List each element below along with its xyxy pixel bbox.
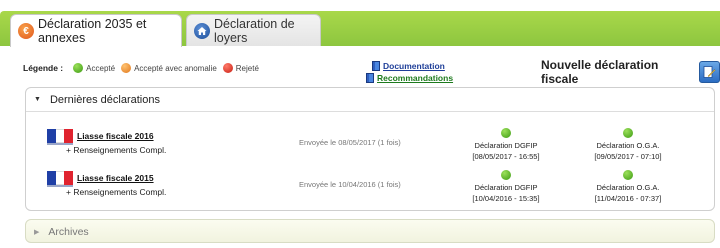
declaration-row: Liasse fiscale 2016 + Renseignements Com…	[26, 128, 716, 168]
panel-title: Dernières déclarations	[49, 93, 160, 106]
caret-down-icon: ▼	[34, 96, 41, 103]
renseignements-text: + Renseignements Compl.	[66, 145, 167, 155]
legend-item-rejected: Rejeté	[219, 63, 259, 73]
last-declarations-panel: ▼ Dernières déclarations Liasse fiscale …	[25, 87, 715, 211]
oga-status: Déclaration O.G.A. [11/04/2016 - 07:37]	[573, 170, 683, 204]
house-icon	[194, 22, 210, 39]
archives-header[interactable]: ▶ Archives	[26, 220, 714, 244]
liasse-link[interactable]: Liasse fiscale 2016	[77, 131, 154, 141]
new-declaration-button[interactable]: Nouvelle déclaration fiscale	[541, 58, 720, 86]
dgfip-status: Déclaration DGFIP [08/05/2017 - 16:55]	[451, 128, 561, 162]
orange-status-icon	[121, 63, 132, 73]
accepted-status-icon	[623, 170, 633, 180]
dgfip-status: Déclaration DGFIP [10/04/2016 - 15:35]	[451, 170, 561, 204]
archives-panel: ▶ Archives	[25, 219, 715, 243]
oga-label: Déclaration O.G.A.	[596, 183, 660, 192]
book-icon	[372, 61, 380, 71]
french-flag-icon	[47, 171, 74, 185]
sent-date: Envoyée le 10/04/2016 (1 fois)	[299, 180, 401, 189]
new-document-icon	[698, 61, 720, 83]
oga-date: [11/04/2016 - 07:37]	[594, 194, 662, 203]
dgfip-label: Déclaration DGFIP	[474, 183, 538, 192]
legend-item-accepted: Accepté	[69, 63, 115, 73]
recommandations-link[interactable]: Recommandations	[366, 72, 453, 84]
sent-date: Envoyée le 08/05/2017 (1 fois)	[299, 138, 401, 147]
legend-item-anomaly: Accepté avec anomalie	[117, 63, 217, 73]
accepted-status-icon	[623, 128, 633, 138]
euro-icon: €	[18, 23, 34, 39]
declaration-row: Liasse fiscale 2015 + Renseignements Com…	[26, 170, 716, 210]
tab-label: Déclaration 2035 et annexes	[38, 17, 147, 45]
documentation-link[interactable]: Documentation	[372, 60, 453, 72]
panel-title: Archives	[48, 226, 89, 238]
caret-right-icon: ▶	[34, 229, 40, 236]
tab-declaration-2035[interactable]: € Déclaration 2035 et annexes	[10, 14, 182, 47]
dgfip-date: [08/05/2017 - 16:55]	[472, 152, 540, 161]
legend-label: Accepté avec anomalie	[134, 63, 217, 73]
tab-label: Déclaration de loyers	[214, 16, 295, 45]
tab-declaration-loyers[interactable]: Déclaration de loyers	[186, 14, 321, 46]
green-status-icon	[73, 63, 84, 73]
new-declaration-label: Nouvelle déclaration fiscale	[541, 58, 659, 86]
accepted-status-icon	[501, 128, 511, 138]
french-flag-icon	[47, 129, 74, 143]
legend-label: Accepté	[86, 63, 116, 73]
liasse-link[interactable]: Liasse fiscale 2015	[77, 173, 154, 183]
oga-status: Déclaration O.G.A. [09/05/2017 - 07:10]	[573, 128, 683, 162]
dgfip-date: [10/04/2016 - 15:35]	[472, 194, 540, 203]
renseignements-text: + Renseignements Compl.	[66, 187, 167, 197]
accepted-status-icon	[501, 170, 511, 180]
tab-bar: € Déclaration 2035 et annexes Déclaratio…	[0, 0, 720, 47]
dgfip-label: Déclaration DGFIP	[474, 141, 538, 150]
documentation-label: Documentation	[383, 61, 445, 71]
help-links: Documentation Recommandations	[366, 60, 453, 84]
legend: Légende : Accepté Accepté avec anomalie …	[23, 63, 261, 73]
oga-date: [09/05/2017 - 07:10]	[594, 152, 662, 161]
book-icon	[366, 73, 374, 83]
oga-label: Déclaration O.G.A.	[596, 141, 660, 150]
last-declarations-header[interactable]: ▼ Dernières déclarations	[26, 88, 714, 112]
red-status-icon	[222, 63, 233, 73]
legend-label: Rejeté	[235, 63, 259, 73]
recommandations-label: Recommandations	[377, 73, 454, 83]
legend-title: Légende :	[23, 63, 64, 73]
